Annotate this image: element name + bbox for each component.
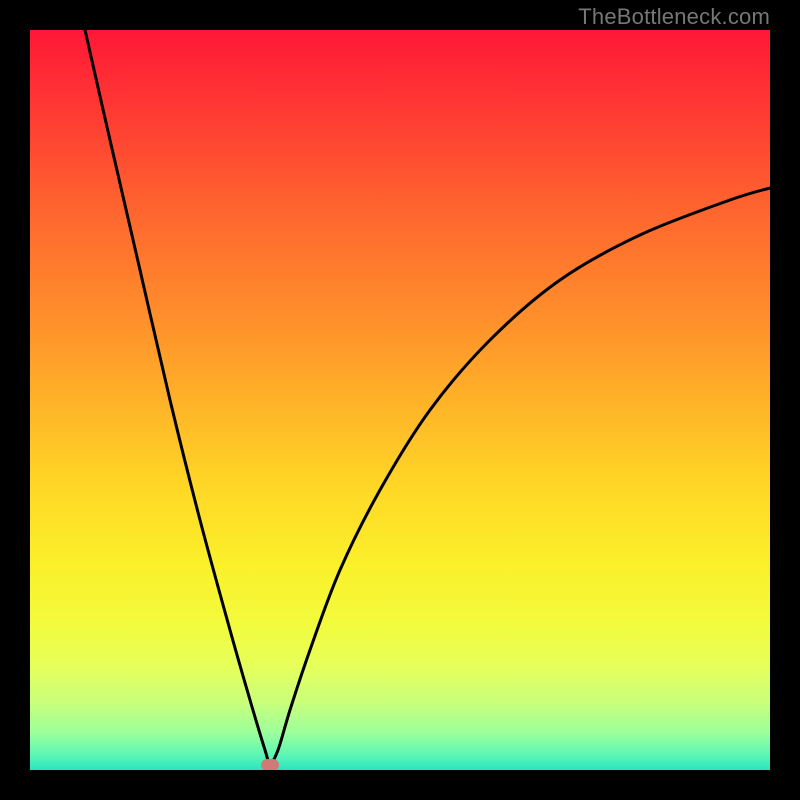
watermark-text: TheBottleneck.com	[578, 4, 770, 30]
optimal-marker	[261, 759, 279, 770]
curve-path	[85, 30, 770, 763]
bottleneck-curve	[30, 30, 770, 770]
chart-frame	[30, 30, 770, 770]
